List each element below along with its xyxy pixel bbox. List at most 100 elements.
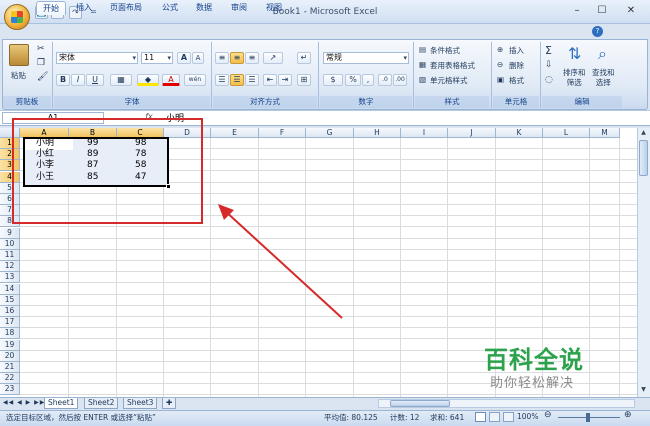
maximize-button[interactable]: ☐ bbox=[591, 3, 613, 19]
phonetic-button[interactable]: wén bbox=[184, 74, 206, 86]
clear-icon[interactable]: ◌ bbox=[545, 75, 553, 85]
column-header-g[interactable]: G bbox=[306, 128, 354, 138]
format-cells-icon[interactable]: ▣ bbox=[497, 75, 504, 84]
zoom-out-icon[interactable]: ⊖ bbox=[544, 410, 552, 420]
row-header-18[interactable]: 18 bbox=[0, 328, 20, 339]
column-header-j[interactable]: J bbox=[448, 128, 496, 138]
row-header-20[interactable]: 20 bbox=[0, 351, 20, 362]
row-header-10[interactable]: 10 bbox=[0, 239, 20, 250]
format-as-table-button[interactable]: 套用表格格式 bbox=[430, 60, 475, 71]
align-center-icon[interactable]: ☰ bbox=[230, 74, 244, 86]
office-button[interactable] bbox=[4, 4, 30, 30]
scroll-up-icon[interactable]: ▲ bbox=[638, 129, 649, 138]
binoculars-icon[interactable]: ⌕ bbox=[598, 44, 607, 64]
hscroll-thumb[interactable] bbox=[390, 400, 450, 407]
autosum-button[interactable]: Σ bbox=[545, 44, 552, 57]
increase-indent-icon[interactable]: ⇥ bbox=[278, 74, 292, 86]
fill-icon[interactable]: ⇩ bbox=[545, 60, 553, 70]
underline-button[interactable]: U bbox=[86, 74, 104, 86]
cell-styles-icon[interactable]: ▧ bbox=[419, 75, 426, 84]
sheet-tab-3[interactable]: Sheet3 bbox=[123, 398, 158, 409]
font-color-button[interactable]: A bbox=[162, 74, 180, 86]
number-format-combo[interactable]: 常规 bbox=[323, 52, 409, 64]
paste-label[interactable]: 粘贴 bbox=[11, 70, 26, 81]
cell-styles-button[interactable]: 单元格样式 bbox=[430, 75, 468, 86]
currency-icon[interactable]: $ bbox=[323, 74, 343, 86]
page-layout-view-icon[interactable] bbox=[489, 412, 500, 422]
column-header-l[interactable]: L bbox=[543, 128, 590, 138]
sheet-tab-2[interactable]: Sheet2 bbox=[84, 398, 119, 409]
delete-cells-button[interactable]: 删除 bbox=[509, 60, 524, 71]
row-header-9[interactable]: 9 bbox=[0, 228, 20, 239]
wrap-text-icon[interactable]: ↵ bbox=[297, 52, 311, 64]
column-header-h[interactable]: H bbox=[354, 128, 401, 138]
tab-home[interactable]: 开始 bbox=[36, 1, 66, 15]
paste-icon[interactable] bbox=[9, 44, 29, 66]
close-button[interactable]: ✕ bbox=[620, 3, 642, 19]
merge-center-icon[interactable]: ⊞ bbox=[297, 74, 311, 86]
zoom-in-icon[interactable]: ⊕ bbox=[624, 410, 632, 420]
align-bottom-icon[interactable]: ≡ bbox=[245, 52, 259, 64]
font-name-combo[interactable]: 宋体 bbox=[56, 52, 138, 64]
insert-cells-button[interactable]: 插入 bbox=[509, 45, 524, 56]
align-left-icon[interactable]: ☰ bbox=[215, 74, 229, 86]
sort-filter-icon[interactable]: ⇅ bbox=[568, 44, 581, 63]
orientation-icon[interactable]: ↗ bbox=[263, 52, 283, 64]
bold-button[interactable]: B bbox=[56, 74, 70, 86]
sort-filter-button[interactable]: 排序和 筛选 bbox=[563, 68, 586, 88]
increase-decimal-icon[interactable]: .0 bbox=[378, 74, 392, 86]
percent-button[interactable]: % bbox=[345, 74, 361, 86]
normal-view-icon[interactable] bbox=[475, 412, 486, 422]
column-header-m[interactable]: M bbox=[590, 128, 620, 138]
format-table-icon[interactable]: ▦ bbox=[419, 60, 426, 69]
italic-button[interactable]: I bbox=[71, 74, 85, 86]
sheet-tab-1[interactable]: Sheet1 bbox=[44, 398, 79, 409]
grow-font-button[interactable]: A bbox=[177, 52, 191, 64]
find-select-button[interactable]: 查找和 选择 bbox=[592, 68, 615, 88]
cut-icon[interactable]: ✂ bbox=[37, 44, 45, 54]
tab-page-layout[interactable]: 页面布局 bbox=[104, 1, 148, 15]
decrease-decimal-icon[interactable]: .00 bbox=[393, 74, 407, 86]
column-header-f[interactable]: F bbox=[259, 128, 306, 138]
row-header-13[interactable]: 13 bbox=[0, 272, 20, 283]
shrink-font-button[interactable]: A bbox=[192, 52, 204, 64]
insert-cells-icon[interactable]: ⊕ bbox=[497, 45, 503, 54]
minimize-button[interactable]: – bbox=[566, 3, 588, 19]
align-middle-icon[interactable]: ≡ bbox=[230, 52, 244, 64]
format-cells-button[interactable]: 格式 bbox=[509, 75, 524, 86]
format-painter-icon[interactable]: 🖌 bbox=[37, 72, 48, 82]
tab-review[interactable]: 审阅 bbox=[225, 1, 253, 15]
row-header-11[interactable]: 11 bbox=[0, 250, 20, 261]
delete-cells-icon[interactable]: ⊖ bbox=[497, 60, 503, 69]
align-top-icon[interactable]: ≡ bbox=[215, 52, 229, 64]
comma-button[interactable]: , bbox=[362, 74, 374, 86]
scroll-down-icon[interactable]: ▼ bbox=[638, 386, 649, 395]
column-header-k[interactable]: K bbox=[496, 128, 543, 138]
zoom-slider-thumb[interactable] bbox=[586, 413, 590, 422]
scroll-thumb[interactable] bbox=[639, 140, 648, 176]
row-header-22[interactable]: 22 bbox=[0, 373, 20, 384]
zoom-level[interactable]: 100% bbox=[517, 412, 538, 421]
copy-icon[interactable]: ❐ bbox=[37, 58, 45, 68]
tab-data[interactable]: 数据 bbox=[190, 1, 218, 15]
row-header-17[interactable]: 17 bbox=[0, 317, 20, 328]
insert-sheet-icon[interactable]: ✚ bbox=[162, 398, 176, 409]
row-header-16[interactable]: 16 bbox=[0, 306, 20, 317]
column-header-i[interactable]: I bbox=[401, 128, 448, 138]
conditional-format-icon[interactable]: ▤ bbox=[419, 45, 426, 54]
row-header-14[interactable]: 14 bbox=[0, 284, 20, 295]
align-right-icon[interactable]: ☰ bbox=[245, 74, 259, 86]
tab-formulas[interactable]: 公式 bbox=[156, 1, 184, 15]
page-break-view-icon[interactable] bbox=[503, 412, 514, 422]
font-size-combo[interactable]: 11 bbox=[141, 52, 173, 64]
row-header-15[interactable]: 15 bbox=[0, 295, 20, 306]
borders-icon[interactable]: ▦ bbox=[110, 74, 132, 86]
tab-view[interactable]: 视图 bbox=[260, 1, 288, 15]
tab-insert[interactable]: 插入 bbox=[70, 1, 98, 15]
row-header-19[interactable]: 19 bbox=[0, 340, 20, 351]
conditional-format-button[interactable]: 条件格式 bbox=[430, 45, 460, 56]
help-icon[interactable]: ? bbox=[592, 26, 603, 37]
row-header-12[interactable]: 12 bbox=[0, 261, 20, 272]
decrease-indent-icon[interactable]: ⇤ bbox=[263, 74, 277, 86]
sheet-nav-icon[interactable]: ◀◀ ◀ ▶ ▶▶ bbox=[3, 399, 45, 406]
